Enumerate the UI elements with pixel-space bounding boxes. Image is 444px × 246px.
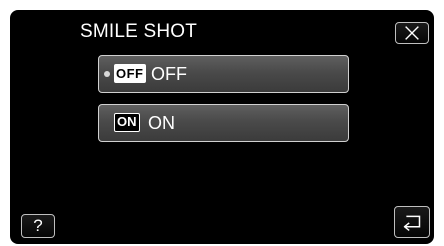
option-on-label: ON — [148, 113, 175, 133]
close-button[interactable] — [395, 22, 429, 44]
off-badge-icon: OFF — [114, 64, 146, 83]
camera-menu-screen: SMILE SHOT OFF OFF ON ON ? — [0, 0, 444, 246]
option-off-button[interactable]: OFF OFF — [98, 55, 349, 93]
selected-indicator — [104, 71, 110, 77]
return-arrow-icon — [403, 215, 421, 232]
help-button[interactable]: ? — [21, 214, 55, 238]
option-off-label: OFF — [151, 64, 187, 84]
menu-panel: SMILE SHOT OFF OFF ON ON ? — [10, 10, 434, 244]
close-icon — [405, 26, 419, 40]
back-button[interactable] — [394, 206, 430, 238]
help-icon: ? — [33, 216, 43, 235]
menu-title: SMILE SHOT — [80, 21, 198, 42]
on-badge-icon: ON — [114, 113, 140, 132]
option-on-button[interactable]: ON ON — [98, 104, 349, 142]
